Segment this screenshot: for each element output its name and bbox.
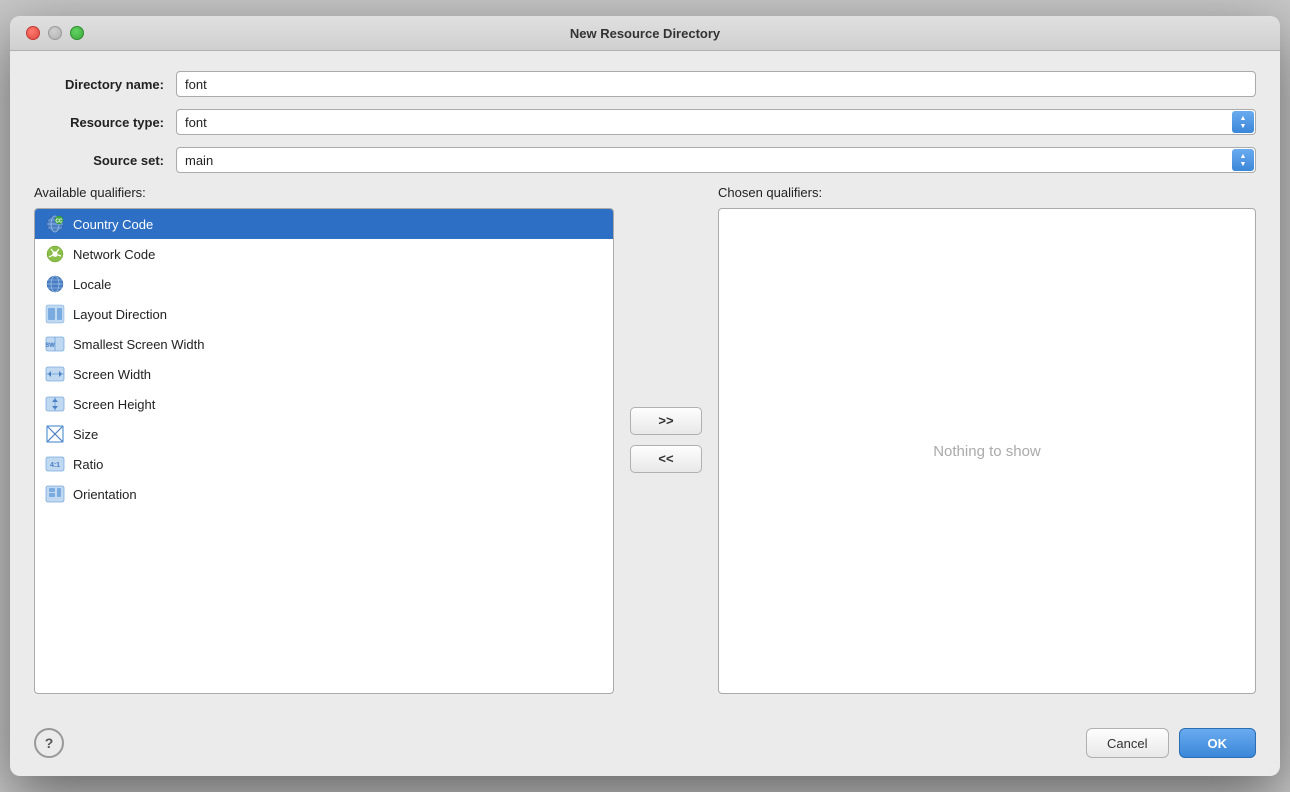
cancel-button[interactable]: Cancel — [1086, 728, 1168, 758]
ratio-icon: 4:1 — [45, 454, 65, 474]
list-item[interactable]: Orientation — [35, 479, 613, 509]
maximize-button[interactable] — [70, 26, 84, 40]
locale-label: Locale — [73, 277, 111, 292]
dialog-content: Directory name: Resource type: font layo… — [10, 51, 1280, 714]
orientation-label: Orientation — [73, 487, 137, 502]
svg-text:4:1: 4:1 — [50, 462, 60, 469]
screen-width-label: Screen Width — [73, 367, 151, 382]
available-qualifiers-panel: Available qualifiers: CC — [34, 185, 614, 694]
network-code-icon: N — [45, 244, 65, 264]
dialog-footer: ? Cancel OK — [10, 714, 1280, 776]
source-set-label: Source set: — [34, 153, 164, 168]
available-qualifiers-list[interactable]: CC Country Code — [34, 208, 614, 694]
nothing-to-show-label: Nothing to show — [719, 209, 1255, 693]
footer-actions: Cancel OK — [1086, 728, 1256, 758]
screen-height-icon — [45, 394, 65, 414]
directory-name-label: Directory name: — [34, 77, 164, 92]
chosen-qualifiers-title: Chosen qualifiers: — [718, 185, 1256, 200]
ok-button[interactable]: OK — [1179, 728, 1257, 758]
qualifiers-section: Available qualifiers: CC — [34, 185, 1256, 694]
svg-text:CC: CC — [55, 219, 63, 225]
size-label: Size — [73, 427, 98, 442]
orientation-icon — [45, 484, 65, 504]
list-item[interactable]: Locale — [35, 269, 613, 299]
layout-direction-icon — [45, 304, 65, 324]
resource-type-select-wrapper: font layout drawable values raw xml anim… — [176, 109, 1256, 135]
resource-type-row: Resource type: font layout drawable valu… — [34, 109, 1256, 135]
source-set-select[interactable]: main test androidTest — [176, 147, 1256, 173]
title-bar: New Resource Directory — [10, 16, 1280, 51]
resource-type-label: Resource type: — [34, 115, 164, 130]
list-item[interactable]: SW Smallest Screen Width — [35, 329, 613, 359]
list-item[interactable]: CC Country Code — [35, 209, 613, 239]
smallest-screen-width-icon: SW — [45, 334, 65, 354]
list-item[interactable]: N Network Code — [35, 239, 613, 269]
list-item[interactable]: 4:1 Ratio — [35, 449, 613, 479]
globe-country-icon: CC — [45, 214, 65, 234]
add-qualifier-button[interactable]: >> — [630, 407, 702, 435]
directory-name-row: Directory name: — [34, 71, 1256, 97]
help-button[interactable]: ? — [34, 728, 64, 758]
list-item[interactable]: Screen Width — [35, 359, 613, 389]
list-item[interactable]: Size — [35, 419, 613, 449]
resource-type-select[interactable]: font layout drawable values raw xml anim… — [176, 109, 1256, 135]
locale-icon — [45, 274, 65, 294]
svg-text:N: N — [53, 253, 57, 259]
traffic-lights — [26, 26, 84, 40]
layout-direction-label: Layout Direction — [73, 307, 167, 322]
minimize-button[interactable] — [48, 26, 62, 40]
chosen-qualifiers-panel: Chosen qualifiers: Nothing to show — [718, 185, 1256, 694]
screen-width-icon — [45, 364, 65, 384]
directory-name-input[interactable] — [176, 71, 1256, 97]
smallest-screen-width-label: Smallest Screen Width — [73, 337, 205, 352]
qualifier-transfer-buttons: >> << — [626, 185, 706, 694]
remove-qualifier-button[interactable]: << — [630, 445, 702, 473]
chosen-qualifiers-list: Nothing to show — [718, 208, 1256, 694]
list-item[interactable]: Screen Height — [35, 389, 613, 419]
dialog-title: New Resource Directory — [570, 26, 720, 41]
svg-text:SW: SW — [45, 343, 55, 349]
size-icon — [45, 424, 65, 444]
country-code-label: Country Code — [73, 217, 153, 232]
list-item[interactable]: Layout Direction — [35, 299, 613, 329]
source-set-row: Source set: main test androidTest — [34, 147, 1256, 173]
new-resource-directory-dialog: New Resource Directory Directory name: R… — [10, 16, 1280, 776]
ratio-label: Ratio — [73, 457, 103, 472]
screen-height-label: Screen Height — [73, 397, 155, 412]
network-code-label: Network Code — [73, 247, 155, 262]
source-set-select-wrapper: main test androidTest — [176, 147, 1256, 173]
close-button[interactable] — [26, 26, 40, 40]
available-qualifiers-title: Available qualifiers: — [34, 185, 614, 200]
